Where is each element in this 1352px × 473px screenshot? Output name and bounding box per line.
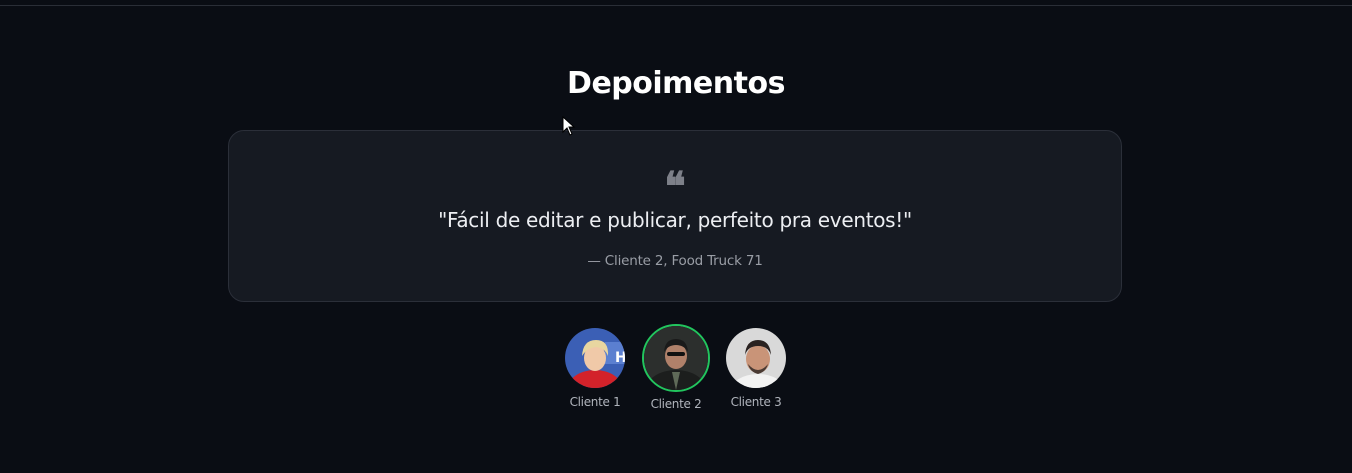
- avatar[interactable]: H: [563, 326, 627, 390]
- client-label: Cliente 3: [730, 395, 782, 409]
- svg-text:H: H: [615, 350, 627, 366]
- client-label: Cliente 2: [650, 397, 702, 411]
- section-title: Depoimentos: [567, 66, 785, 101]
- client-avatar-3[interactable]: Cliente 3: [716, 326, 796, 409]
- testimonial-author: — Cliente 2, Food Truck 71: [587, 253, 763, 269]
- client-label: Cliente 1: [569, 395, 621, 409]
- avatar[interactable]: [642, 324, 710, 392]
- testimonials-page: Depoimentos ❝ "Fácil de editar e publica…: [0, 0, 1352, 473]
- client-avatar-2[interactable]: Cliente 2: [636, 324, 716, 411]
- testimonial-card: ❝ "Fácil de editar e publicar, perfeito …: [228, 130, 1122, 302]
- top-divider: [0, 5, 1352, 6]
- quote-icon: ❝: [664, 163, 686, 210]
- client-avatar-1[interactable]: H Cliente 1: [555, 326, 635, 409]
- mouse-cursor-icon: [562, 116, 576, 136]
- testimonial-text: "Fácil de editar e publicar, perfeito pr…: [438, 208, 912, 232]
- client-selector: H Cliente 1 Cliente 2 Cliente 3: [555, 324, 797, 416]
- avatar[interactable]: [724, 326, 788, 390]
